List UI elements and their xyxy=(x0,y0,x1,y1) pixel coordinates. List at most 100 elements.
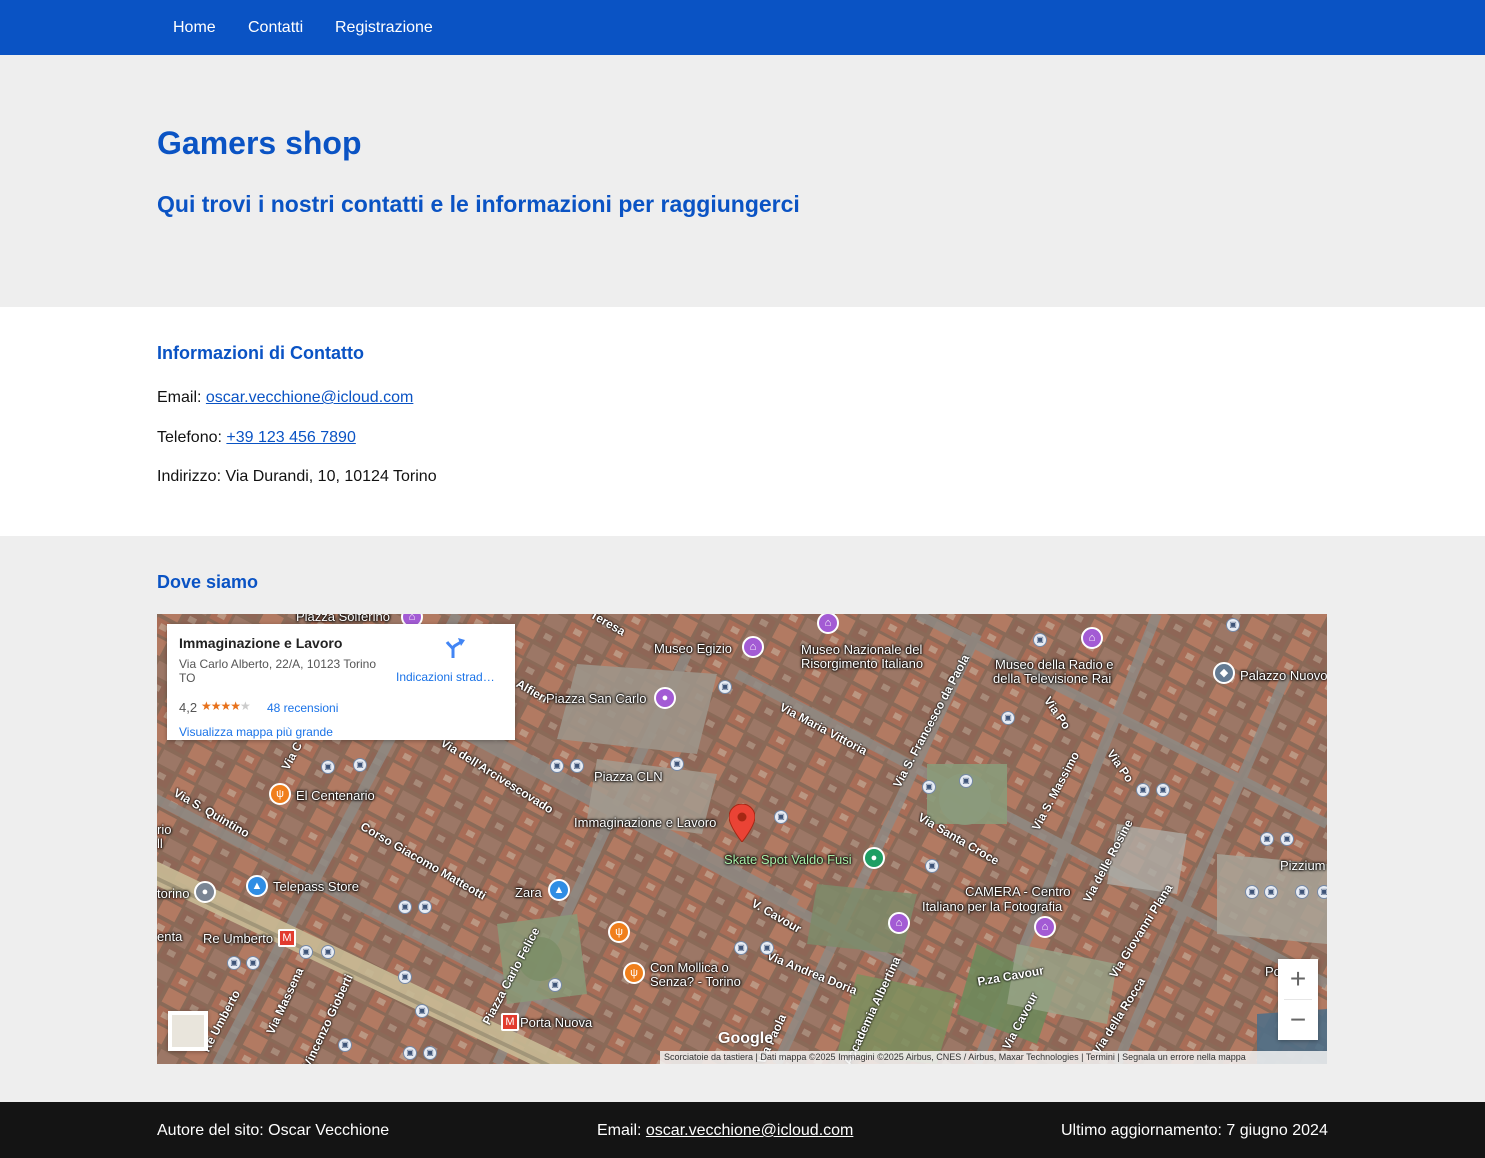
bus-stop-icon[interactable]: ▣ xyxy=(959,774,973,788)
place-label: Immaginazione e Lavoro xyxy=(574,815,717,830)
nav-registrazione-link[interactable]: Registrazione xyxy=(335,18,433,38)
place-name: Immaginazione e Lavoro xyxy=(179,635,343,651)
museum-icon[interactable]: ⌂ xyxy=(888,912,910,934)
place-label: Piazza San Carlo xyxy=(546,691,647,706)
map-attribution[interactable]: Scorciatoie da tastiera | Dati mappa ©20… xyxy=(660,1051,1327,1064)
shopping-icon[interactable]: ▲ xyxy=(548,879,570,901)
email-line: Email: oscar.vecchione@icloud.com xyxy=(157,388,413,408)
bus-stop-icon[interactable]: ▣ xyxy=(1245,885,1259,899)
camera-icon[interactable]: ● xyxy=(654,687,676,709)
bus-stop-icon[interactable]: ▣ xyxy=(1001,711,1015,725)
place-label: rio xyxy=(157,822,172,837)
bus-stop-icon[interactable]: ▣ xyxy=(398,970,412,984)
place-label: Telepass Store xyxy=(273,879,359,894)
reviews-link[interactable]: 48 recensioni xyxy=(267,701,338,715)
bus-stop-icon[interactable]: ▣ xyxy=(1156,783,1170,797)
nav-home-link[interactable]: Home xyxy=(173,18,216,38)
phone-link[interactable]: +39 123 456 7890 xyxy=(226,429,355,446)
bus-stop-icon[interactable]: ▣ xyxy=(299,945,313,959)
bus-stop-icon[interactable]: ▣ xyxy=(1136,783,1150,797)
map-pin-icon[interactable] xyxy=(729,804,755,842)
map-type-toggle[interactable] xyxy=(168,1011,208,1051)
bus-stop-icon[interactable]: ▣ xyxy=(922,780,936,794)
page-subtitle: Qui trovi i nostri contatti e le informa… xyxy=(157,191,800,217)
bus-stop-icon[interactable]: ▣ xyxy=(548,978,562,992)
bus-stop-icon[interactable]: ▣ xyxy=(1226,618,1240,632)
metro-icon[interactable]: M xyxy=(501,1013,519,1031)
bus-stop-icon[interactable]: ▣ xyxy=(774,810,788,824)
filled-stars: ★★★★ xyxy=(201,699,241,713)
larger-map-link[interactable]: Visualizza mappa più grande xyxy=(179,725,333,739)
bus-stop-icon[interactable]: ▣ xyxy=(718,680,732,694)
bus-stop-icon[interactable]: ▣ xyxy=(321,760,335,774)
address-line: Indirizzo: Via Durandi, 10, 10124 Torino xyxy=(157,467,437,487)
map-type-thumbnail xyxy=(172,1015,204,1047)
bus-stop-icon[interactable]: ▣ xyxy=(1260,832,1274,846)
page-title: Gamers shop xyxy=(157,125,362,161)
place-label: Pizzium xyxy=(1280,858,1326,873)
restaurant-icon[interactable]: ψ xyxy=(608,921,630,943)
bus-stop-icon[interactable]: ▣ xyxy=(670,757,684,771)
restaurant-icon[interactable]: ψ xyxy=(623,962,645,984)
bus-stop-icon[interactable]: ▣ xyxy=(321,945,335,959)
bus-stop-icon[interactable]: ▣ xyxy=(415,1004,429,1018)
zoom-in-button[interactable]: + xyxy=(1278,959,1318,999)
footer-updated: Ultimo aggiornamento: 7 giugno 2024 xyxy=(1061,1122,1328,1139)
place-label: CAMERA - Centro xyxy=(965,884,1071,899)
place-label: Skate Spot Valdo Fusi xyxy=(724,852,852,867)
university-icon[interactable]: ◆ xyxy=(1213,662,1235,684)
shopping-icon[interactable]: ▲ xyxy=(246,875,268,897)
bus-stop-icon[interactable]: ▣ xyxy=(925,859,939,873)
email-link[interactable]: oscar.vecchione@icloud.com xyxy=(206,389,413,406)
location-icon[interactable]: ● xyxy=(194,881,216,903)
footer-email: Email: oscar.vecchione@icloud.com xyxy=(597,1121,853,1141)
top-navbar: Home Contatti Registrazione xyxy=(0,0,1485,55)
bus-stop-icon[interactable]: ▣ xyxy=(1033,633,1047,647)
restaurant-icon[interactable]: ψ xyxy=(269,783,291,805)
bus-stop-icon[interactable]: ▣ xyxy=(760,941,774,955)
bus-stop-icon[interactable]: ▣ xyxy=(1280,832,1294,846)
contact-section: Informazioni di Contatto Email: oscar.ve… xyxy=(0,307,1485,536)
nav-contatti-link[interactable]: Contatti xyxy=(248,18,303,38)
place-label: Museo Nazionale del xyxy=(801,642,923,657)
metro-icon[interactable]: M xyxy=(278,929,296,947)
rating-stars: ★★★★★ xyxy=(201,699,251,714)
place-label: Museo Egizio xyxy=(654,641,733,656)
bus-stop-icon[interactable]: ▣ xyxy=(570,759,584,773)
email-label: Email: xyxy=(157,389,206,406)
directions-icon[interactable] xyxy=(443,636,467,660)
bus-stop-icon[interactable]: ▣ xyxy=(423,1046,437,1060)
museum-icon[interactable]: ⌂ xyxy=(1034,916,1056,938)
place-label: Risorgimento Italiano xyxy=(801,656,924,671)
museum-icon[interactable]: ⌂ xyxy=(742,636,764,658)
google-map[interactable]: Via Maria Vittoria Via dell'Arcivescovad… xyxy=(157,614,1327,1064)
footer-email-label: Email: xyxy=(597,1122,646,1139)
bus-stop-icon[interactable]: ▣ xyxy=(1317,885,1327,899)
place-label: torino xyxy=(157,886,190,901)
bus-stop-icon[interactable]: ▣ xyxy=(398,900,412,914)
bus-stop-icon[interactable]: ▣ xyxy=(227,956,241,970)
place-label: El Centenario xyxy=(296,788,375,803)
place-rating: 4,2 xyxy=(179,700,198,715)
place-label: Palazzo Nuovo xyxy=(1240,668,1327,683)
contact-heading: Informazioni di Contatto xyxy=(157,343,364,363)
museum-icon[interactable]: ⌂ xyxy=(1081,627,1103,649)
directions-link[interactable]: Indicazioni strad… xyxy=(396,670,495,684)
phone-line: Telefono: +39 123 456 7890 xyxy=(157,428,356,448)
bus-stop-icon[interactable]: ▣ xyxy=(418,900,432,914)
bus-stop-icon[interactable]: ▣ xyxy=(338,1038,352,1052)
bus-stop-icon[interactable]: ▣ xyxy=(1295,885,1309,899)
bus-stop-icon[interactable]: ▣ xyxy=(550,759,564,773)
zoom-out-button[interactable]: − xyxy=(1278,1000,1318,1040)
empty-star: ★ xyxy=(240,699,251,713)
bus-stop-icon[interactable]: ▣ xyxy=(246,956,260,970)
bus-stop-icon[interactable]: ▣ xyxy=(734,941,748,955)
footer-email-link[interactable]: oscar.vecchione@icloud.com xyxy=(646,1122,853,1139)
place-label: Porta Nuova xyxy=(520,1015,593,1030)
bus-stop-icon[interactable]: ▣ xyxy=(403,1046,417,1060)
address-label: Indirizzo: xyxy=(157,468,226,485)
bus-stop-icon[interactable]: ▣ xyxy=(1264,885,1278,899)
bus-stop-icon[interactable]: ▣ xyxy=(353,758,367,772)
park-icon[interactable]: ● xyxy=(863,847,885,869)
place-label: enta xyxy=(157,929,183,944)
